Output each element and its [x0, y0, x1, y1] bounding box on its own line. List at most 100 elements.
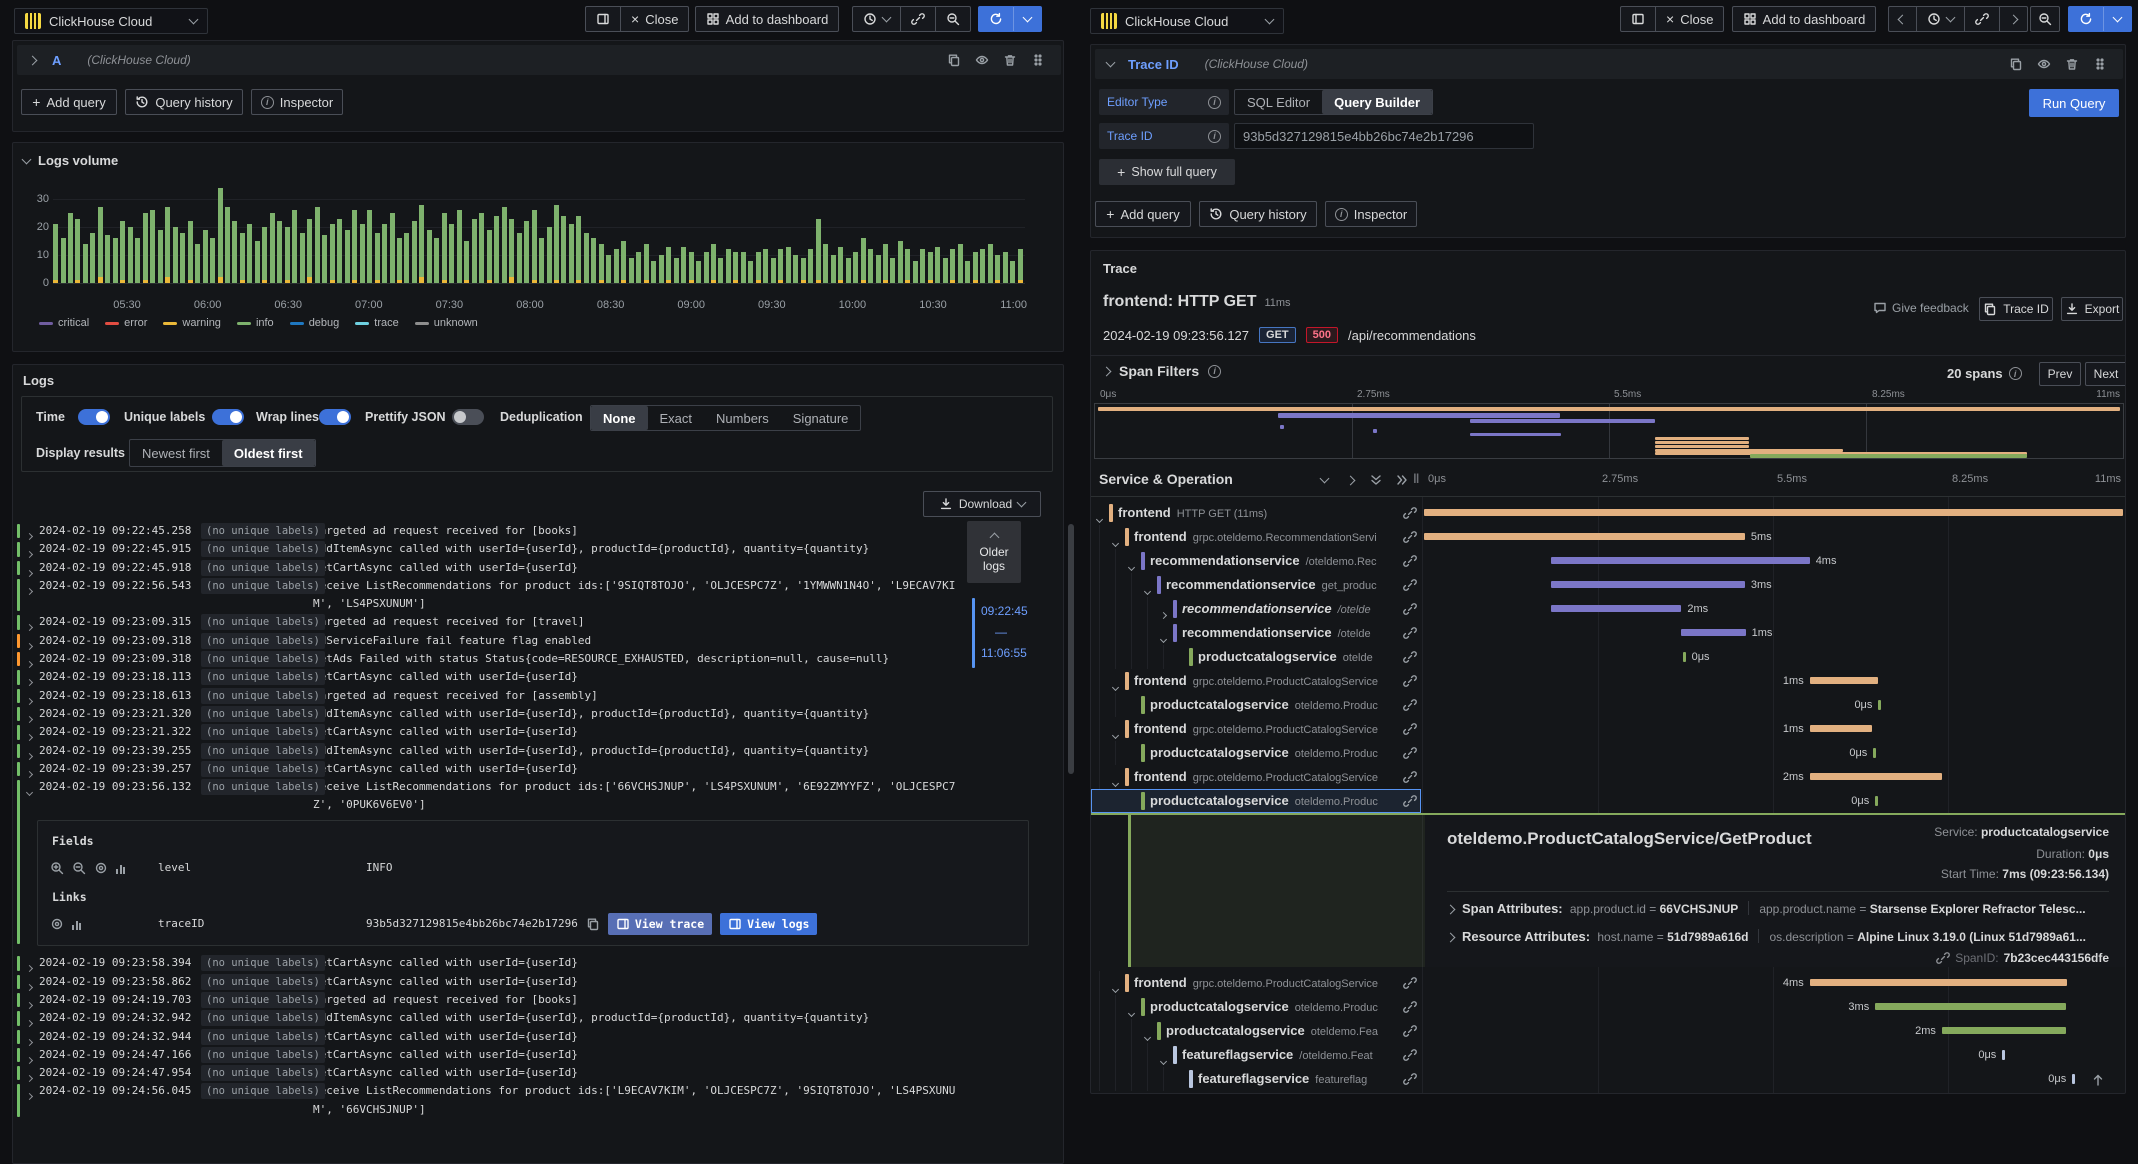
add-to-dashboard-button[interactable]: Add to dashboard	[1732, 6, 1876, 32]
span-link-icon[interactable]	[1403, 722, 1417, 736]
download-button[interactable]: Download	[923, 491, 1041, 517]
span-row-productcatalogservice[interactable]: productcatalogservice oteldemo.Fea 2ms	[1091, 1019, 2125, 1043]
log-row[interactable]: 2024-02-19 09:22:56.543 (no unique labels…	[15, 577, 1019, 614]
span-link-icon[interactable]	[1403, 578, 1417, 592]
span-link-icon[interactable]	[1403, 1048, 1417, 1062]
time-toggle[interactable]	[78, 409, 110, 425]
log-row[interactable]: 2024-02-19 09:22:45.918 (no unique labels…	[15, 559, 1019, 577]
log-row[interactable]: 2024-02-19 09:24:56.045 (no unique labels…	[15, 1082, 1019, 1119]
span-duration-bar[interactable]	[1941, 1027, 2066, 1034]
log-row[interactable]: 2024-02-19 09:23:39.255 (no unique labels…	[15, 742, 1019, 760]
span-name-cell[interactable]: frontend grpc.oteldemo.ProductCatalogServ…	[1091, 765, 1421, 789]
span-name-cell[interactable]: recommendationservice/otelde	[1091, 621, 1421, 645]
visibility-icon[interactable]	[50, 917, 64, 931]
log-row[interactable]: 2024-02-19 09:24:47.166 (no unique labels…	[15, 1046, 1019, 1064]
prettify-json-toggle[interactable]	[452, 409, 484, 425]
expand-one-icon[interactable]	[1339, 469, 1361, 491]
span-name-cell[interactable]: recommendationservice/otelde	[1091, 597, 1421, 621]
span-duration-bar[interactable]	[1878, 700, 1882, 710]
span-name-cell[interactable]: frontend grpc.oteldemo.ProductCatalogServ…	[1091, 717, 1421, 741]
view-trace-button[interactable]: View trace	[607, 913, 713, 936]
span-row-frontend[interactable]: frontend grpc.oteldemo.RecommendationServ…	[1091, 525, 2125, 549]
span-link-icon[interactable]	[1403, 554, 1417, 568]
dedup-none[interactable]: None	[591, 406, 648, 430]
span-row-recommendationservice[interactable]: recommendationservice/otelde 2ms	[1091, 597, 2125, 621]
log-row[interactable]: 2024-02-19 09:22:45.258 (no unique labels…	[15, 522, 1019, 541]
run-refresh-button[interactable]	[978, 6, 1042, 32]
inspector-button[interactable]: i Inspector	[251, 89, 343, 115]
span-duration-bar[interactable]	[1551, 605, 1682, 612]
legend-item-trace[interactable]: trace	[355, 317, 399, 329]
zoom-out-icon[interactable]	[72, 861, 86, 875]
span-name-cell[interactable]: frontend grpc.oteldemo.ProductCatalogServ…	[1091, 971, 1421, 995]
split-pane-button[interactable]	[586, 7, 621, 31]
zoom-out-button[interactable]	[2030, 6, 2060, 32]
expand-all-icon[interactable]	[1391, 469, 1413, 491]
older-logs-button[interactable]: Older logs	[967, 521, 1021, 583]
span-row-productcatalogservice[interactable]: productcatalogservice otelde 0μs	[1091, 645, 2125, 669]
legend-item-debug[interactable]: debug	[289, 317, 339, 329]
span-row-recommendationservice[interactable]: recommendationservice/oteldemo.Rec 4ms	[1091, 549, 2125, 573]
span-duration-bar[interactable]	[1424, 533, 1745, 540]
zoom-in-icon[interactable]	[50, 861, 64, 875]
collapse-one-icon[interactable]	[1313, 469, 1335, 491]
span-filters[interactable]: Span Filters i	[1101, 363, 1222, 379]
next-button[interactable]: Next	[2085, 362, 2125, 386]
wrap-lines-toggle[interactable]	[319, 409, 351, 425]
span-link-icon[interactable]	[1403, 698, 1417, 712]
share-link-button[interactable]	[901, 7, 936, 31]
log-row[interactable]: 2024-02-19 09:24:32.944 (no unique labels…	[15, 1028, 1019, 1046]
span-row-recommendationservice[interactable]: recommendationservice get_produc 3ms	[1091, 573, 2125, 597]
give-feedback-link[interactable]: Give feedback	[1873, 301, 1969, 315]
span-row-recommendationservice[interactable]: recommendationservice/otelde 1ms	[1091, 621, 2125, 645]
share-link-button[interactable]	[1965, 7, 2000, 31]
close-pane-button[interactable]: × Close	[621, 7, 688, 31]
log-row[interactable]: 2024-02-19 09:24:47.954 (no unique labels…	[15, 1064, 1019, 1083]
close-pane-button[interactable]: × Close	[1656, 7, 1723, 31]
span-name-cell[interactable]: frontend grpc.oteldemo.RecommendationServ…	[1091, 525, 1421, 549]
log-row[interactable]: 2024-02-19 09:23:21.320 (no unique labels…	[15, 705, 1019, 724]
dedup-numbers[interactable]: Numbers	[704, 406, 781, 430]
sql-editor-option[interactable]: SQL Editor	[1235, 90, 1322, 114]
stats-icon[interactable]	[116, 863, 125, 874]
span-row-frontend[interactable]: frontend HTTP GET (11ms)	[1091, 501, 2125, 525]
duplicate-query-icon[interactable]	[2009, 57, 2023, 71]
order-newest-first[interactable]: Newest first	[130, 440, 222, 466]
datasource-picker[interactable]: ClickHouse Cloud	[14, 8, 208, 34]
log-range-labels[interactable]: 09:22:45 — 11:06:55	[981, 601, 1028, 664]
query-history-button[interactable]: Query history	[125, 89, 243, 115]
column-divider[interactable]	[1422, 497, 1423, 1093]
query-builder-option[interactable]: Query Builder	[1322, 90, 1433, 114]
log-row[interactable]: 2024-02-19 09:23:09.318 (no unique labels…	[15, 650, 1019, 669]
span-link-icon[interactable]	[1403, 506, 1417, 520]
span-duration-bar[interactable]	[1809, 773, 1942, 780]
trace-id-input[interactable]: 93b5d327129815e4bb26bc74e2b17296	[1234, 123, 1534, 149]
span-link-icon[interactable]	[1403, 1072, 1417, 1086]
zoom-out-button[interactable]	[936, 7, 970, 31]
datasource-picker[interactable]: ClickHouse Cloud	[1090, 8, 1284, 34]
span-duration-bar[interactable]	[1681, 629, 1746, 636]
span-duration-bar[interactable]	[1551, 557, 1810, 564]
toggle-visibility-icon[interactable]	[2037, 57, 2051, 71]
drag-handle-icon[interactable]	[1031, 53, 1045, 67]
span-link-icon[interactable]	[1403, 770, 1417, 784]
span-link-icon[interactable]	[1403, 746, 1417, 760]
span-row-productcatalogservice[interactable]: productcatalogservice oteldemo.Produc 0μs	[1091, 741, 2125, 765]
span-link-icon[interactable]	[1403, 602, 1417, 616]
query-row-header[interactable]: Trace ID (ClickHouse Cloud)	[1095, 49, 2123, 79]
scrollbar-thumb[interactable]	[1068, 524, 1074, 774]
trace-id-button[interactable]: Trace ID	[1979, 297, 2053, 321]
legend-item-error[interactable]: error	[105, 317, 147, 329]
legend-item-warning[interactable]: warning	[163, 317, 221, 329]
add-query-button[interactable]: + Add query	[21, 89, 117, 115]
prev-button[interactable]: Prev	[2039, 362, 2081, 386]
delete-query-icon[interactable]	[2065, 57, 2079, 71]
span-link-icon[interactable]	[1403, 1024, 1417, 1038]
span-duration-bar[interactable]	[1551, 581, 1745, 588]
column-resize-handle[interactable]: ‖	[1413, 471, 1419, 486]
span-row-frontend[interactable]: frontend grpc.oteldemo.ProductCatalogServ…	[1091, 669, 2125, 693]
log-row[interactable]: 2024-02-19 09:24:19.703 (no unique labels…	[15, 991, 1019, 1009]
log-row[interactable]: 2024-02-19 09:23:58.394 (no unique labels…	[15, 954, 1019, 973]
info-icon[interactable]: i	[1208, 129, 1221, 143]
span-duration-bar[interactable]	[1809, 979, 2068, 986]
